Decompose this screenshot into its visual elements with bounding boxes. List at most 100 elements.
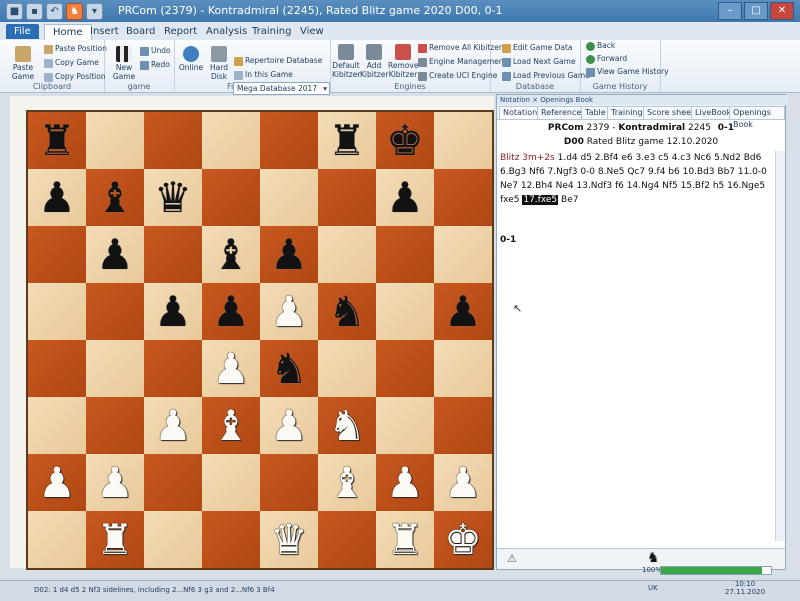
undo-button[interactable]: Undo: [140, 46, 171, 56]
square-b4[interactable]: [376, 283, 434, 340]
tab-openings-book[interactable]: Openings Book: [729, 106, 785, 129]
black-pawn-icon[interactable]: ♟: [260, 226, 318, 283]
white-pawn-icon[interactable]: ♟: [376, 454, 434, 511]
square-h8[interactable]: [28, 511, 86, 568]
white-bishop-icon[interactable]: ♝: [202, 397, 260, 454]
black-king-icon[interactable]: ♚: [376, 112, 434, 169]
black-bishop-icon[interactable]: ♝: [202, 226, 260, 283]
white-pawn-icon[interactable]: ♟: [260, 283, 318, 340]
square-f1[interactable]: [144, 112, 202, 169]
knight-icon[interactable]: ♞: [647, 550, 660, 566]
tab-view[interactable]: View: [292, 24, 332, 39]
white-pawn-icon[interactable]: ♟: [260, 397, 318, 454]
tab-notation[interactable]: Notation: [499, 106, 542, 119]
square-a1[interactable]: [434, 112, 492, 169]
chess-board[interactable]: ♚ ♜ ♛ ♜ ♟ ♟ ♝ ♟ ♟ ♞ ♟ ♝ ♟ ♞ ♟ ♟ ♞ ♟ ♟ ♟ ♟ ♝ ♟ ♟ ♛ ♝ ♟ ♚ ♜ ♜: [26, 110, 494, 570]
black-pawn-icon[interactable]: ♟: [144, 283, 202, 340]
square-f3[interactable]: [144, 226, 202, 283]
square-h4[interactable]: [28, 283, 86, 340]
maximize-button[interactable]: □: [744, 2, 768, 20]
online-button[interactable]: Online: [178, 46, 204, 72]
square-g6[interactable]: [86, 397, 144, 454]
in-this-game-button[interactable]: In this Game: [234, 70, 293, 80]
square-e8[interactable]: [202, 511, 260, 568]
paste-game-button[interactable]: Paste Game: [6, 46, 40, 81]
view-game-history-button[interactable]: View Game History: [586, 67, 669, 77]
move-list[interactable]: Blitz 3m+2s 1.d4 d5 2.Bf4 e6 3.e3 c5 4.c…: [500, 151, 770, 207]
black-pawn-icon[interactable]: ♟: [28, 169, 86, 226]
undo-icon[interactable]: ↶: [46, 3, 63, 20]
white-king-icon[interactable]: ♚: [434, 511, 492, 568]
square-c3[interactable]: [318, 226, 376, 283]
black-rook-icon[interactable]: ♜: [318, 112, 376, 169]
tab-score-sheet[interactable]: Score sheet: [643, 106, 699, 119]
white-rook-icon[interactable]: ♜: [376, 511, 434, 568]
white-queen-icon[interactable]: ♛: [260, 511, 318, 568]
load-previous-game-button[interactable]: Load Previous Game: [502, 71, 590, 81]
database-select[interactable]: Mega Database 2017 ▾: [233, 82, 330, 95]
square-e2[interactable]: [202, 169, 260, 226]
next-move[interactable]: Be7: [561, 195, 578, 205]
square-e1[interactable]: [202, 112, 260, 169]
tab-training[interactable]: Training: [607, 106, 647, 119]
copy-position-button[interactable]: Copy Position: [44, 72, 106, 82]
black-knight-icon[interactable]: ♞: [260, 340, 318, 397]
language-indicator[interactable]: UK: [648, 584, 658, 592]
white-pawn-icon[interactable]: ♟: [86, 454, 144, 511]
repertoire-database-button[interactable]: Repertoire Database: [234, 56, 322, 66]
white-pawn-icon[interactable]: ♟: [144, 397, 202, 454]
tab-reference[interactable]: Reference: [537, 106, 586, 119]
square-g1[interactable]: [86, 112, 144, 169]
black-queen-icon[interactable]: ♛: [144, 169, 202, 226]
minimize-button[interactable]: –: [718, 2, 742, 20]
black-knight-icon[interactable]: ♞: [318, 283, 376, 340]
add-kibitzer-button[interactable]: Add Kibitzer: [360, 44, 388, 79]
move-list-scrollbar[interactable]: [775, 151, 785, 541]
default-kibitzer-button[interactable]: Default Kibitzer: [332, 44, 360, 79]
square-b6[interactable]: [376, 397, 434, 454]
square-a6[interactable]: [434, 397, 492, 454]
tab-table[interactable]: Table: [581, 106, 610, 119]
new-game-button[interactable]: New Game: [108, 46, 140, 81]
white-rook-icon[interactable]: ♜: [86, 511, 144, 568]
white-pawn-icon[interactable]: ♟: [28, 454, 86, 511]
square-d1[interactable]: [260, 112, 318, 169]
black-pawn-icon[interactable]: ♟: [202, 283, 260, 340]
black-bishop-icon[interactable]: ♝: [86, 169, 144, 226]
black-pawn-icon[interactable]: ♟: [434, 283, 492, 340]
square-b5[interactable]: [376, 340, 434, 397]
square-a3[interactable]: [434, 226, 492, 283]
black-pawn-icon[interactable]: ♟: [86, 226, 144, 283]
square-h6[interactable]: [28, 397, 86, 454]
square-d7[interactable]: [260, 454, 318, 511]
redo-button[interactable]: Redo: [140, 60, 170, 70]
load-next-game-button[interactable]: Load Next Game: [502, 57, 576, 67]
tab-file[interactable]: File: [6, 24, 39, 39]
square-a5[interactable]: [434, 340, 492, 397]
square-f7[interactable]: [144, 454, 202, 511]
square-c2[interactable]: [318, 169, 376, 226]
white-bishop-icon[interactable]: ♝: [318, 454, 376, 511]
app-logo-icon[interactable]: ■: [6, 3, 23, 20]
white-pawn-icon[interactable]: ♟: [202, 340, 260, 397]
square-g4[interactable]: [86, 283, 144, 340]
square-a2[interactable]: [434, 169, 492, 226]
square-f8[interactable]: [144, 511, 202, 568]
square-h3[interactable]: [28, 226, 86, 283]
dropdown-icon[interactable]: ▾: [86, 3, 103, 20]
black-rook-icon[interactable]: ♜: [28, 112, 86, 169]
save-icon[interactable]: ▪: [26, 3, 43, 20]
square-e7[interactable]: [202, 454, 260, 511]
square-g5[interactable]: [86, 340, 144, 397]
square-h5[interactable]: [28, 340, 86, 397]
square-c5[interactable]: [318, 340, 376, 397]
paste-position-button[interactable]: Paste Position: [44, 44, 107, 54]
hard-disk-button[interactable]: Hard Disk: [206, 46, 232, 81]
current-move[interactable]: 17.fxe5: [522, 195, 559, 205]
white-pawn-icon[interactable]: ♟: [434, 454, 492, 511]
black-pawn-icon[interactable]: ♟: [376, 169, 434, 226]
edit-game-data-button[interactable]: Edit Game Data: [502, 43, 573, 53]
square-f5[interactable]: [144, 340, 202, 397]
copy-game-button[interactable]: Copy Game: [44, 58, 99, 68]
chessbase-logo-icon[interactable]: ♞: [66, 3, 83, 20]
